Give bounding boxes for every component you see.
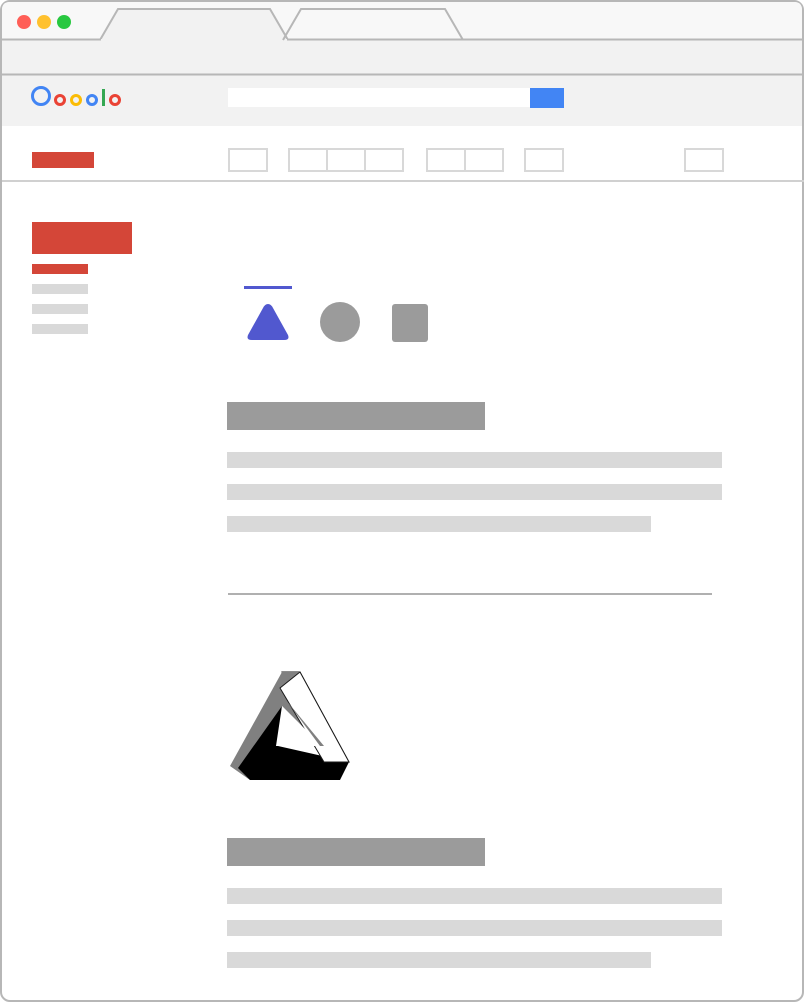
- minimize-window-button[interactable]: [37, 15, 51, 29]
- toolbar-button[interactable]: [288, 148, 328, 172]
- brand-block[interactable]: [32, 152, 94, 168]
- circle-icon: [320, 302, 360, 342]
- tab-inactive[interactable]: [281, 7, 467, 41]
- tab-active[interactable]: [98, 7, 292, 41]
- logo-letter: [86, 94, 98, 106]
- text-line: [227, 888, 722, 904]
- logo-letter: [31, 86, 51, 106]
- toolbar-button[interactable]: [524, 148, 564, 172]
- logo-letter: [109, 94, 121, 106]
- text-line: [227, 516, 651, 532]
- site-logo[interactable]: [31, 81, 125, 107]
- logo-letter: [70, 94, 82, 106]
- toolbar-button[interactable]: [426, 148, 466, 172]
- toolbar-button[interactable]: [684, 148, 724, 172]
- tab-square[interactable]: [390, 302, 430, 342]
- toolbar-button[interactable]: [228, 148, 268, 172]
- toolbar-button[interactable]: [326, 148, 366, 172]
- triangle-icon: [247, 304, 289, 340]
- sidebar-item[interactable]: [32, 284, 88, 294]
- tab-circle[interactable]: [318, 300, 362, 344]
- sidebar-item[interactable]: [32, 324, 88, 334]
- tab-selected-indicator: [244, 286, 292, 289]
- search-button[interactable]: [530, 88, 564, 108]
- search-input[interactable]: [228, 88, 530, 107]
- section-heading: [227, 838, 485, 866]
- close-window-button[interactable]: [17, 15, 31, 29]
- maximize-window-button[interactable]: [57, 15, 71, 29]
- toolbar-button[interactable]: [364, 148, 404, 172]
- impossible-triangle-icon: [230, 671, 350, 780]
- sidebar-item[interactable]: [32, 304, 88, 314]
- logo-letter: [54, 94, 66, 106]
- square-icon: [392, 304, 428, 342]
- compose-button[interactable]: [32, 222, 132, 254]
- sidebar-item-active[interactable]: [32, 264, 88, 274]
- logo-letter: [102, 89, 105, 106]
- text-line: [227, 920, 722, 936]
- text-line: [227, 452, 722, 468]
- section-heading: [227, 402, 485, 430]
- section-divider: [228, 593, 712, 595]
- text-line: [227, 484, 722, 500]
- text-line: [227, 952, 651, 968]
- toolbar-button[interactable]: [464, 148, 504, 172]
- tab-triangle[interactable]: [244, 300, 292, 344]
